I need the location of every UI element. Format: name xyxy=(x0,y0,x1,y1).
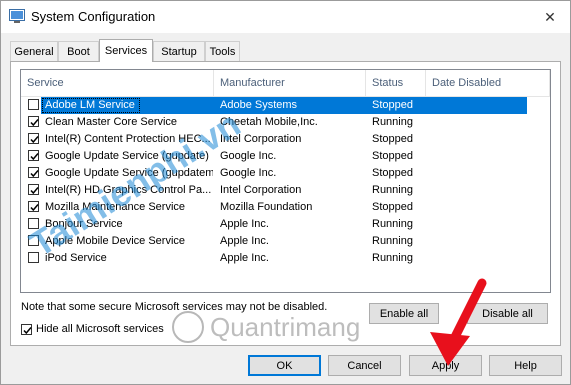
status: Running xyxy=(372,235,413,247)
status: Stopped xyxy=(372,201,413,213)
service-name: Bonjour Service xyxy=(45,218,123,230)
service-checkbox[interactable] xyxy=(28,99,39,110)
manufacturer: Cheetah Mobile,Inc. xyxy=(220,116,318,128)
table-row[interactable]: Adobe LM Service Adobe Systems Stopped xyxy=(21,97,550,114)
manufacturer: Apple Inc. xyxy=(220,235,269,247)
table-row[interactable]: Google Update Service (gupdatem) Google I… xyxy=(21,165,550,182)
table-row[interactable]: Google Update Service (gupdate) Google In… xyxy=(21,148,550,165)
enable-all-button[interactable]: Enable all xyxy=(369,303,439,324)
date-disabled xyxy=(432,131,542,148)
checkmark-icon xyxy=(30,187,39,195)
system-configuration-window: System Configuration ✕ General Boot Serv… xyxy=(0,0,571,385)
table-row[interactable]: Clean Master Core Service Cheetah Mobile,… xyxy=(21,114,550,131)
service-checkbox[interactable] xyxy=(28,150,39,161)
service-name: Clean Master Core Service xyxy=(45,116,178,128)
date-disabled xyxy=(432,114,542,131)
service-name: Google Update Service (gupdatem) xyxy=(45,167,213,179)
date-disabled xyxy=(432,233,542,250)
column-header-manufacturer[interactable]: Manufacturer xyxy=(214,70,366,96)
status: Stopped xyxy=(372,133,413,145)
service-name: Google Update Service (gupdate) xyxy=(45,150,209,162)
service-checkbox[interactable] xyxy=(28,184,39,195)
service-checkbox[interactable] xyxy=(28,252,39,263)
column-header-service[interactable]: Service xyxy=(21,70,214,96)
table-row[interactable]: Intel(R) Content Protection HEC... Intel … xyxy=(21,131,550,148)
manufacturer: Adobe Systems xyxy=(220,99,298,111)
checkmark-icon xyxy=(30,136,39,144)
manufacturer: Apple Inc. xyxy=(220,218,269,230)
table-row[interactable]: Apple Mobile Device Service Apple Inc. Run… xyxy=(21,233,550,250)
hide-microsoft-services-checkbox[interactable] xyxy=(21,324,32,335)
status: Running xyxy=(372,116,413,128)
table-row[interactable]: Intel(R) HD Graphics Control Pa... Intel … xyxy=(21,182,550,199)
checkmark-icon xyxy=(30,119,39,127)
date-disabled xyxy=(432,199,542,216)
service-name: Intel(R) HD Graphics Control Pa... xyxy=(45,184,212,196)
tab-boot[interactable]: Boot xyxy=(58,41,99,61)
status: Running xyxy=(372,184,413,196)
service-checkbox[interactable] xyxy=(28,218,39,229)
service-name: Intel(R) Content Protection HEC... xyxy=(45,133,211,145)
date-disabled xyxy=(432,216,542,233)
cancel-button[interactable]: Cancel xyxy=(328,355,401,376)
help-button[interactable]: Help xyxy=(489,355,562,376)
manufacturer: Apple Inc. xyxy=(220,252,269,264)
table-row[interactable]: Mozilla Maintenance Service Mozilla Found… xyxy=(21,199,550,216)
tab-tools[interactable]: Tools xyxy=(205,41,240,61)
service-name: Apple Mobile Device Service xyxy=(45,235,186,247)
table-row[interactable]: iPod Service Apple Inc. Running xyxy=(21,250,550,267)
service-checkbox[interactable] xyxy=(28,133,39,144)
close-button[interactable]: ✕ xyxy=(530,1,570,33)
service-name: iPod Service xyxy=(45,252,107,264)
apply-button[interactable]: Apply xyxy=(409,355,482,376)
column-header-date-disabled[interactable]: Date Disabled xyxy=(426,70,550,96)
service-checkbox[interactable] xyxy=(28,116,39,127)
table-row[interactable]: Bonjour Service Apple Inc. Running xyxy=(21,216,550,233)
date-disabled xyxy=(432,97,542,114)
column-header-status[interactable]: Status xyxy=(366,70,426,96)
manufacturer: Intel Corporation xyxy=(220,133,302,145)
date-disabled xyxy=(432,148,542,165)
close-icon: ✕ xyxy=(544,8,556,25)
date-disabled xyxy=(432,182,542,199)
manufacturer: Google Inc. xyxy=(220,150,277,162)
service-checkbox[interactable] xyxy=(28,201,39,212)
service-name: Mozilla Maintenance Service xyxy=(45,201,186,213)
status: Running xyxy=(372,252,413,264)
hide-microsoft-services-label: Hide all Microsoft services xyxy=(36,323,164,335)
checkmark-icon xyxy=(30,153,39,161)
date-disabled xyxy=(432,165,542,182)
tab-startup[interactable]: Startup xyxy=(153,41,205,61)
status: Running xyxy=(372,218,413,230)
date-disabled xyxy=(432,250,542,267)
service-checkbox[interactable] xyxy=(28,167,39,178)
title-bar: System Configuration ✕ xyxy=(1,1,570,33)
service-checkbox[interactable] xyxy=(28,235,39,246)
window-title: System Configuration xyxy=(31,9,156,24)
tab-general[interactable]: General xyxy=(10,41,58,61)
tab-services[interactable]: Services xyxy=(99,39,153,62)
ok-button[interactable]: OK xyxy=(248,355,321,376)
app-icon xyxy=(9,9,25,23)
manufacturer: Google Inc. xyxy=(220,167,277,179)
note-text: Note that some secure Microsoft services… xyxy=(21,301,328,313)
services-list[interactable]: Service Manufacturer Status Date Disable… xyxy=(20,69,551,293)
manufacturer: Mozilla Foundation xyxy=(220,201,313,213)
manufacturer: Intel Corporation xyxy=(220,184,302,196)
status: Stopped xyxy=(372,150,413,162)
status: Stopped xyxy=(372,167,413,179)
service-name: Adobe LM Service xyxy=(45,99,135,111)
status: Stopped xyxy=(372,99,413,111)
list-header: Service Manufacturer Status Date Disable… xyxy=(21,70,550,97)
checkmark-icon xyxy=(30,170,39,178)
checkmark-icon xyxy=(30,204,39,212)
disable-all-button[interactable]: Disable all xyxy=(467,303,548,324)
checkmark-icon xyxy=(23,327,32,335)
